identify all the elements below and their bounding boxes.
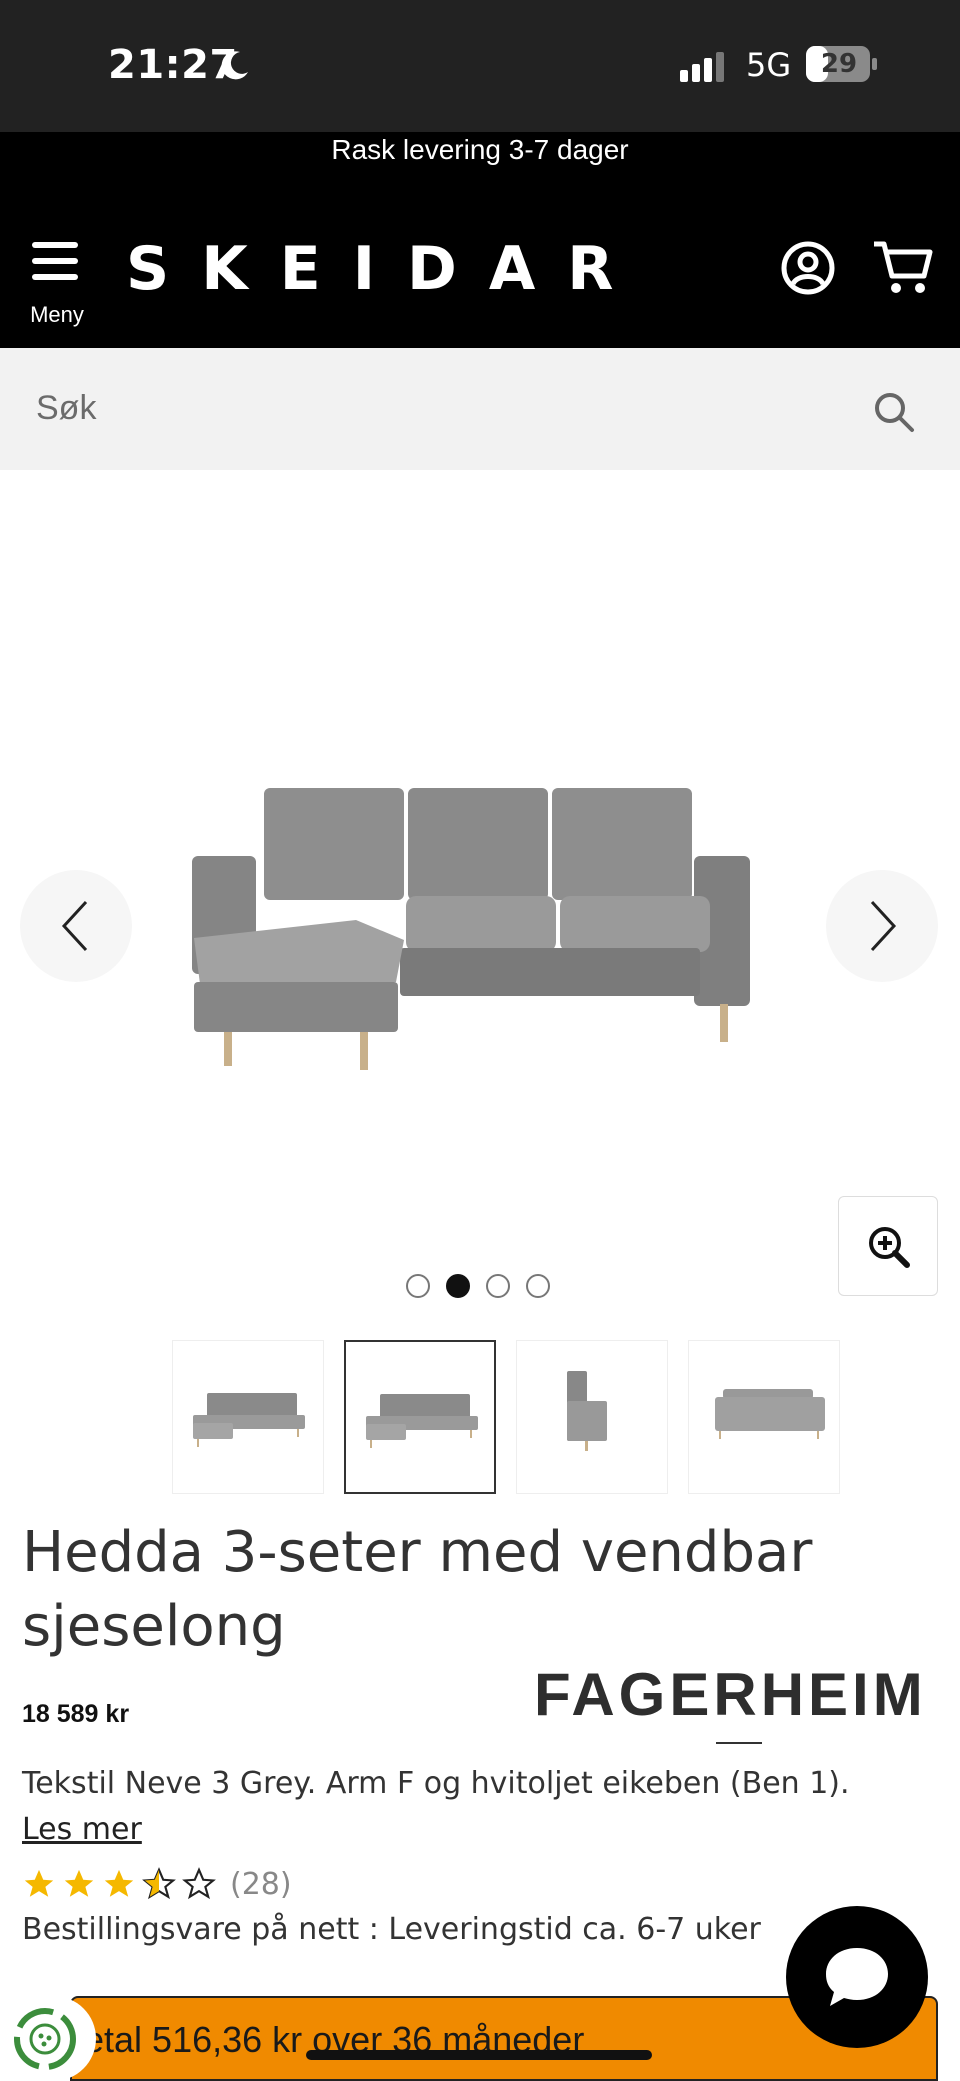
menu-label: Meny bbox=[30, 302, 84, 327]
thumbnail[interactable] bbox=[688, 1340, 840, 1494]
hamburger-icon bbox=[32, 242, 78, 248]
delivery-info: Bestillingsvare på nett : Leveringstid c… bbox=[22, 1912, 761, 1947]
announcement-bar: Rask levering 3-7 dager bbox=[0, 132, 960, 198]
sofa-side-thumbnail-image bbox=[567, 1371, 607, 1451]
network-label: 5G bbox=[746, 46, 792, 84]
star-filled-icon bbox=[24, 1869, 54, 1897]
zoom-button[interactable] bbox=[838, 1196, 938, 1296]
product-title: Hedda 3-seter med vendbar sjeselong bbox=[22, 1520, 813, 1659]
thumbnail-strip bbox=[172, 1340, 848, 1494]
sofa-back-thumbnail-image bbox=[715, 1389, 825, 1439]
chat-button[interactable] bbox=[786, 1906, 928, 2048]
search-bar bbox=[0, 348, 960, 470]
thumbnail-active[interactable] bbox=[344, 1340, 496, 1494]
user-circle-icon[interactable] bbox=[780, 240, 836, 296]
sofa-thumbnail-image bbox=[193, 1393, 305, 1447]
gallery-pagination bbox=[406, 1274, 550, 1300]
product-image[interactable] bbox=[180, 770, 780, 1070]
rating-count: (28) bbox=[230, 1866, 292, 1902]
search-icon[interactable] bbox=[872, 390, 916, 434]
zoom-in-icon bbox=[869, 1227, 910, 1268]
brand-logo[interactable]: FAGERHEIM bbox=[534, 1660, 927, 1729]
star-empty-icon bbox=[182, 1867, 216, 1900]
chevron-right-icon bbox=[870, 900, 897, 952]
site-header: Meny SKEIDAR bbox=[0, 198, 960, 348]
chat-bubble-icon bbox=[826, 1948, 888, 2006]
chevron-left-icon bbox=[61, 900, 88, 952]
sofa-thumbnail-image bbox=[366, 1394, 478, 1448]
variant-description: Tekstil Neve 3 Grey. Arm F og hvitoljet … bbox=[22, 1766, 850, 1801]
product-rating[interactable]: (28) bbox=[22, 1864, 292, 1904]
product-gallery bbox=[0, 470, 960, 1320]
home-indicator bbox=[306, 2050, 652, 2060]
battery-level: 29 bbox=[820, 49, 858, 79]
menu-button[interactable]: Meny bbox=[24, 238, 90, 328]
brand-divider bbox=[716, 1742, 762, 1744]
star-half-icon bbox=[142, 1867, 176, 1900]
read-more-link[interactable]: Les mer bbox=[22, 1812, 142, 1847]
gallery-dot-active[interactable] bbox=[446, 1274, 470, 1298]
signal-icon bbox=[680, 52, 724, 82]
gallery-dot[interactable] bbox=[406, 1274, 430, 1298]
site-logo[interactable]: SKEIDAR bbox=[126, 234, 645, 304]
product-price: 18 589 kr bbox=[22, 1700, 130, 1728]
gallery-dot[interactable] bbox=[486, 1274, 510, 1298]
next-image-button[interactable] bbox=[826, 870, 938, 982]
moon-icon bbox=[221, 51, 248, 80]
shopping-cart-icon[interactable] bbox=[872, 238, 934, 296]
hamburger-icon-line bbox=[32, 274, 78, 280]
recycle-icon bbox=[14, 2008, 76, 2070]
star-filled-icon bbox=[64, 1869, 94, 1897]
thumbnail[interactable] bbox=[516, 1340, 668, 1494]
previous-image-button[interactable] bbox=[20, 870, 132, 982]
thumbnail[interactable] bbox=[172, 1340, 324, 1494]
gallery-dot[interactable] bbox=[526, 1274, 550, 1298]
status-bar: 21:27 5G 29 bbox=[0, 0, 960, 132]
hamburger-icon-line bbox=[32, 258, 78, 264]
star-filled-icon bbox=[104, 1869, 134, 1897]
search-input[interactable] bbox=[36, 378, 856, 438]
